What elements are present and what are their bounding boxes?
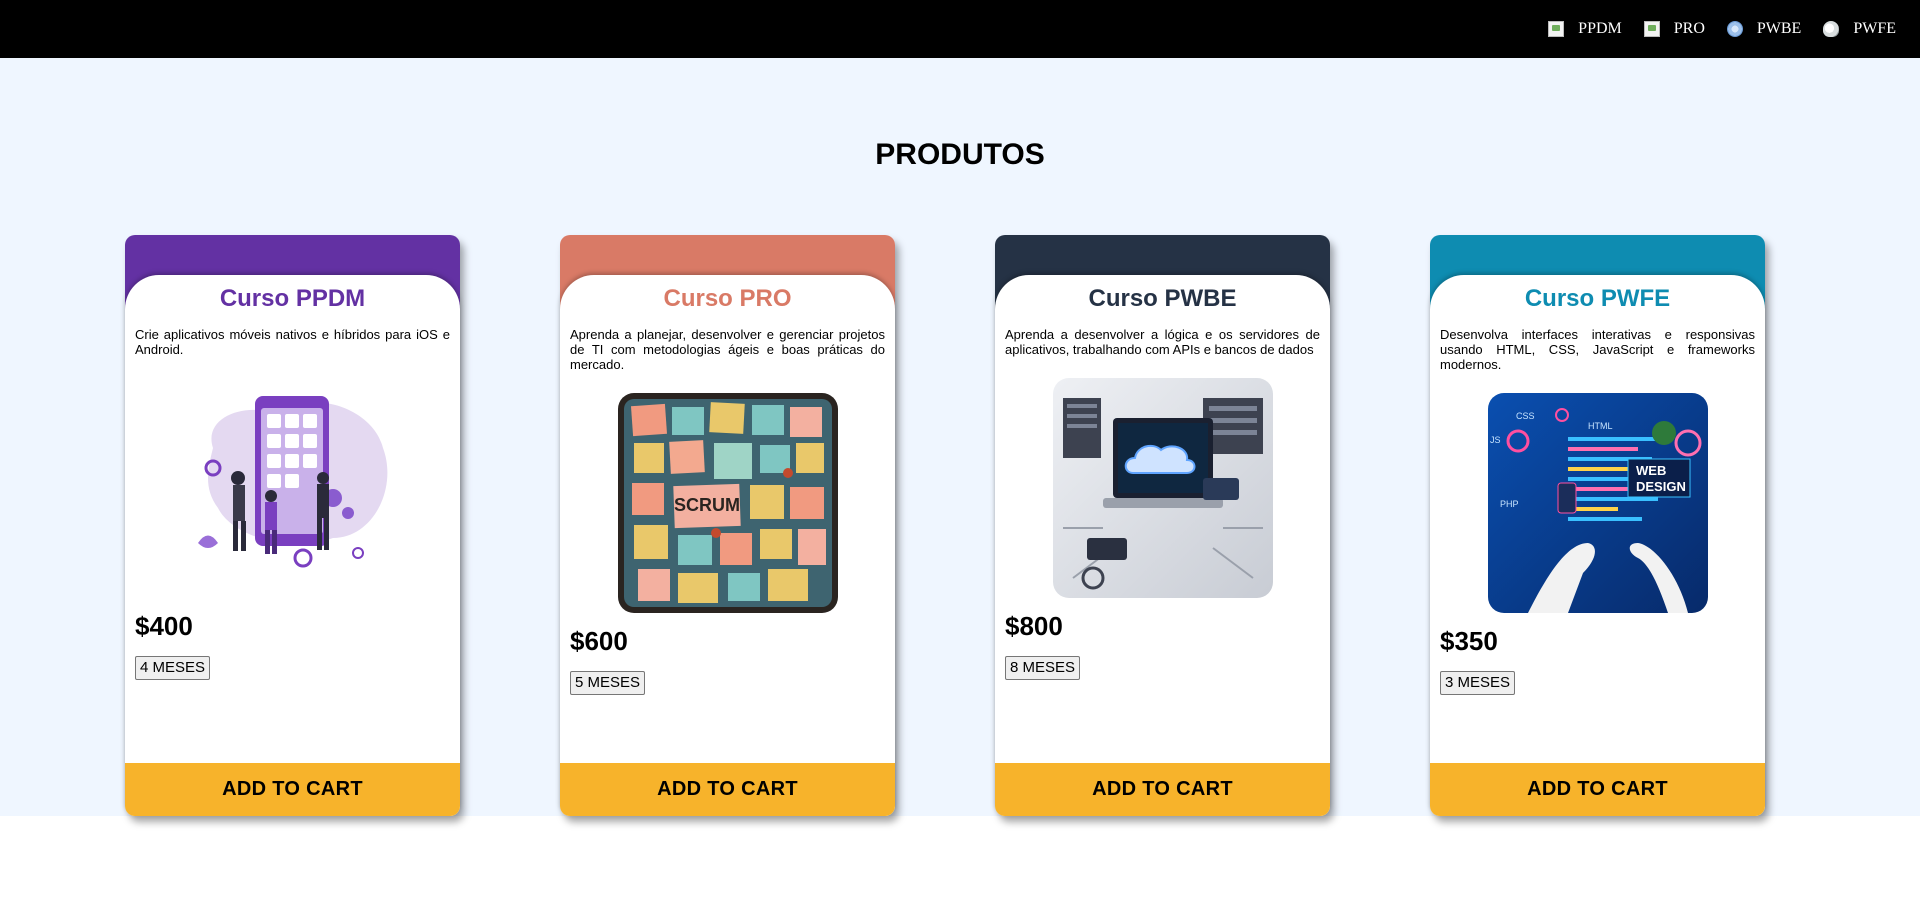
card-description: Crie aplicativos móveis nativos e híbrid… bbox=[135, 327, 450, 357]
nav-item-ppdm[interactable]: PPDM bbox=[1548, 20, 1622, 38]
card-title: Curso PWFE bbox=[1524, 285, 1671, 312]
add-to-cart-button[interactable]: ADD TO CART bbox=[560, 763, 895, 816]
card-body: Curso PRO Aprenda a planejar, desenvolve… bbox=[560, 275, 895, 816]
css-label: CSS bbox=[1516, 411, 1535, 421]
nav-item-pwfe[interactable]: PWFE bbox=[1823, 20, 1896, 38]
php-label: PHP bbox=[1500, 499, 1519, 509]
card-price: $600 bbox=[570, 626, 628, 656]
card-title: Curso PWBE bbox=[1088, 285, 1237, 312]
broken-image-icon bbox=[1643, 21, 1660, 37]
broken-image-icon bbox=[1548, 21, 1565, 37]
web-label: WEB bbox=[1636, 463, 1666, 478]
duration-button[interactable]: 4 MESES bbox=[135, 656, 211, 680]
product-card-ppdm: Curso PPDM Crie aplicativos móveis nativ… bbox=[125, 235, 460, 816]
card-body: Curso PWBE Aprenda a desenvolver a lógic… bbox=[995, 275, 1330, 816]
nav-label-ppdm: PPDM bbox=[1578, 20, 1622, 37]
card-description: Desenvolva interfaces interativas e resp… bbox=[1440, 327, 1755, 372]
globe-icon bbox=[1726, 21, 1743, 37]
scrum-board-image: SCRUM bbox=[618, 393, 838, 613]
add-to-cart-button[interactable]: ADD TO CART bbox=[1430, 763, 1765, 816]
nav-item-pwbe[interactable]: PWBE bbox=[1726, 20, 1802, 38]
nav-label-pwbe: PWBE bbox=[1756, 20, 1802, 37]
product-card-pwfe: Curso PWFE Desenvolva interfaces interat… bbox=[1430, 235, 1765, 816]
design-label: DESIGN bbox=[1636, 479, 1686, 494]
card-price: $400 bbox=[135, 611, 193, 641]
product-card-pro: Curso PRO Aprenda a planejar, desenvolve… bbox=[560, 235, 895, 816]
html-label: HTML bbox=[1588, 421, 1613, 431]
card-price: $800 bbox=[1005, 611, 1063, 641]
scrum-image-text: SCRUM bbox=[674, 495, 740, 515]
card-description: Aprenda a desenvolver a lógica e os serv… bbox=[1005, 327, 1320, 357]
card-description: Aprenda a planejar, desenvolver e gerenc… bbox=[570, 327, 885, 372]
card-title: Curso PRO bbox=[663, 285, 792, 312]
product-card-pwbe: Curso PWBE Aprenda a desenvolver a lógic… bbox=[995, 235, 1330, 816]
card-body: Curso PPDM Crie aplicativos móveis nativ… bbox=[125, 275, 460, 816]
card-price: $350 bbox=[1440, 626, 1498, 656]
card-body: Curso PWFE Desenvolva interfaces interat… bbox=[1430, 275, 1765, 816]
cloud-icon bbox=[1823, 21, 1840, 37]
top-navbar: PPDM PRO PWBE PWFE bbox=[0, 0, 1920, 58]
cloud-server-laptop-image bbox=[1053, 378, 1273, 598]
add-to-cart-button[interactable]: ADD TO CART bbox=[125, 763, 460, 816]
duration-button[interactable]: 5 MESES bbox=[570, 671, 646, 695]
web-design-image: CSS HTML JS PHP WEB DESIGN bbox=[1488, 393, 1708, 613]
nav-item-pro[interactable]: PRO bbox=[1643, 20, 1705, 38]
duration-button[interactable]: 3 MESES bbox=[1440, 671, 1516, 695]
js-label: JS bbox=[1490, 435, 1501, 445]
nav-label-pwfe: PWFE bbox=[1853, 20, 1896, 37]
duration-button[interactable]: 8 MESES bbox=[1005, 656, 1081, 680]
products-section: PRODUTOS Curso PPDM Crie aplicativos móv… bbox=[0, 58, 1920, 816]
section-title: PRODUTOS bbox=[875, 138, 1045, 171]
mobile-app-development-image bbox=[183, 378, 403, 598]
add-to-cart-button[interactable]: ADD TO CART bbox=[995, 763, 1330, 816]
card-title: Curso PPDM bbox=[219, 285, 366, 312]
nav-label-pro: PRO bbox=[1673, 20, 1705, 37]
